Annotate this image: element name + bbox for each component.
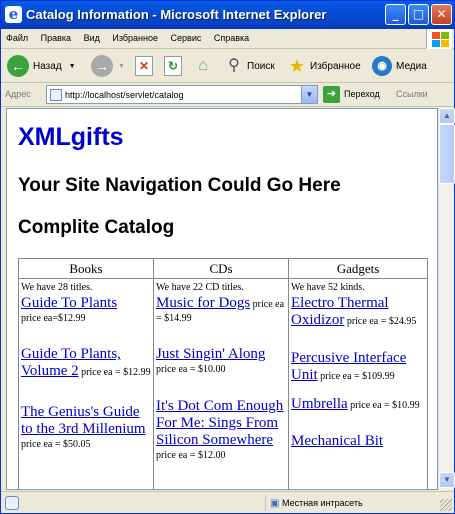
catalog-table: Books We have 28 titles. Guide To Plants… [18, 258, 428, 489]
favorites-label: Избранное [310, 60, 361, 72]
product-price: price ea = $50.05 [21, 439, 91, 450]
column-header-books: Books [19, 259, 153, 279]
product-link[interactable]: Guide To Plants [21, 295, 117, 311]
links-button[interactable]: Ссылки [396, 89, 428, 99]
go-arrow-icon[interactable]: ➔ [323, 86, 340, 103]
zone-label: Местная интрасеть [281, 498, 363, 508]
forward-button[interactable]: → ▼ [91, 52, 125, 80]
favorites-button[interactable]: ★ Избранное [286, 52, 361, 80]
list-item: Umbrella price ea = $10.99 [289, 396, 427, 413]
menu-tools[interactable]: Сервис [166, 29, 207, 47]
refresh-icon: ↻ [164, 56, 182, 76]
menu-file[interactable]: Файл [1, 29, 33, 47]
stop-button[interactable]: ✕ [135, 52, 153, 80]
forward-arrow-icon: → [91, 55, 113, 77]
list-item: Electro Thermal Oxidizor price ea = $24.… [289, 295, 427, 329]
back-button[interactable]: ← Назад ▼ [7, 52, 76, 80]
title-bar[interactable]: e Catalog Information - Microsoft Intern… [1, 1, 454, 29]
product-price: price ea=$12.99 [21, 313, 86, 324]
menu-edit[interactable]: Правка [36, 29, 76, 47]
security-zone: ▣ Местная интрасеть [265, 495, 430, 511]
scroll-thumb[interactable] [439, 124, 455, 184]
product-price: price ea = $24.95 [346, 316, 417, 327]
product-link[interactable]: The Genius's Guide to the 3rd Millenium [21, 404, 146, 437]
product-price: price ea = $12.99 [81, 367, 151, 378]
cds-count: We have 22 CD titles. [156, 282, 244, 293]
scroll-up-icon[interactable]: ▲ [439, 108, 455, 124]
address-bar: Адрес http://localhost/servlet/catalog ▼… [1, 83, 454, 107]
product-link[interactable]: It's Dot Com Enough For Me: Sings From S… [156, 398, 283, 448]
page-icon [50, 89, 62, 101]
status-bar: ▣ Местная интрасеть [1, 491, 454, 513]
forward-dropdown-icon[interactable]: ▼ [118, 63, 125, 70]
ie-logo-icon: e [5, 6, 22, 23]
media-button[interactable]: ◉ Медиа [372, 52, 427, 80]
product-link[interactable]: Music for Dogs [156, 295, 250, 311]
list-item: Music for Dogs price ea = $14.99 [154, 295, 288, 325]
address-dropdown-icon[interactable]: ▼ [301, 86, 317, 103]
media-icon: ◉ [372, 56, 392, 76]
media-label: Медиа [396, 60, 427, 72]
menu-help[interactable]: Справка [209, 29, 254, 47]
search-label: Поиск [247, 60, 275, 72]
list-item: Percusive Interface Unit price ea = $109… [289, 350, 427, 384]
stop-icon: ✕ [135, 56, 153, 76]
books-count: We have 28 titles. [21, 282, 93, 293]
vertical-scrollbar[interactable]: ▲ ▼ [438, 108, 455, 490]
product-link[interactable]: Just Singin' Along [156, 346, 265, 362]
maximize-button[interactable]: □ [408, 4, 429, 25]
refresh-button[interactable]: ↻ [164, 52, 182, 80]
address-url: http://localhost/servlet/catalog [65, 90, 184, 100]
cds-column: CDs We have 22 CD titles. Music for Dogs… [154, 259, 289, 489]
scroll-down-icon[interactable]: ▼ [439, 472, 455, 488]
search-button[interactable]: ⚲ Поиск [223, 52, 275, 80]
list-item: Guide To Plants price ea=$12.99 [19, 295, 153, 325]
page-viewport: XMLgifts Your Site Navigation Could Go H… [6, 108, 438, 490]
back-label: Назад [33, 60, 62, 72]
list-item: Mechanical Bit [289, 433, 427, 450]
search-icon: ⚲ [228, 57, 240, 74]
address-input[interactable]: http://localhost/servlet/catalog ▼ [46, 85, 318, 104]
product-link[interactable]: Umbrella [291, 396, 348, 412]
page-status-icon [5, 496, 19, 510]
column-header-gadgets: Gadgets [289, 259, 427, 279]
home-button[interactable]: ⌂ [192, 52, 214, 80]
window-title: Catalog Information - Microsoft Internet… [26, 7, 327, 22]
menu-view[interactable]: Вид [79, 29, 105, 47]
list-item: Guide To Plants, Volume 2 price ea = $12… [19, 346, 153, 380]
back-dropdown-icon[interactable]: ▼ [69, 63, 76, 70]
product-link[interactable]: Mechanical Bit [291, 433, 383, 449]
books-column: Books We have 28 titles. Guide To Plants… [19, 259, 154, 489]
resize-grip[interactable] [440, 499, 452, 511]
browser-window: e Catalog Information - Microsoft Intern… [0, 0, 455, 514]
product-price: price ea = $10.00 [156, 364, 226, 375]
windows-logo-icon [426, 29, 452, 49]
toolbar: ← Назад ▼ → ▼ ✕ ↻ ⌂ ⚲ Поиск ★ Избранное … [1, 49, 454, 83]
gadgets-count: We have 52 kinds. [291, 282, 365, 293]
menu-bar: Файл Правка Вид Избранное Сервис Справка [1, 29, 454, 49]
gadgets-column: Gadgets We have 52 kinds. Electro Therma… [289, 259, 427, 489]
menu-favorites[interactable]: Избранное [107, 29, 163, 47]
product-price: price ea = $10.99 [350, 400, 420, 411]
close-button[interactable]: ✕ [431, 4, 452, 25]
back-arrow-icon: ← [7, 55, 29, 77]
minimize-button[interactable]: _ [385, 4, 406, 25]
go-button[interactable]: Переход [344, 89, 380, 99]
catalog-heading: Complite Catalog [18, 217, 175, 238]
product-price: price ea = $109.99 [320, 371, 395, 382]
intranet-icon: ▣ [270, 498, 280, 509]
star-icon: ★ [288, 56, 306, 76]
list-item: The Genius's Guide to the 3rd Millenium … [19, 404, 153, 451]
product-price: price ea = $12.00 [156, 450, 226, 461]
nav-heading: Your Site Navigation Could Go Here [18, 175, 341, 196]
list-item: It's Dot Com Enough For Me: Sings From S… [154, 398, 288, 462]
address-label: Адрес [5, 89, 31, 99]
list-item: Just Singin' Along price ea = $10.00 [154, 346, 288, 376]
home-icon: ⌂ [198, 57, 208, 74]
column-header-cds: CDs [154, 259, 288, 279]
site-title: XMLgifts [18, 123, 124, 151]
